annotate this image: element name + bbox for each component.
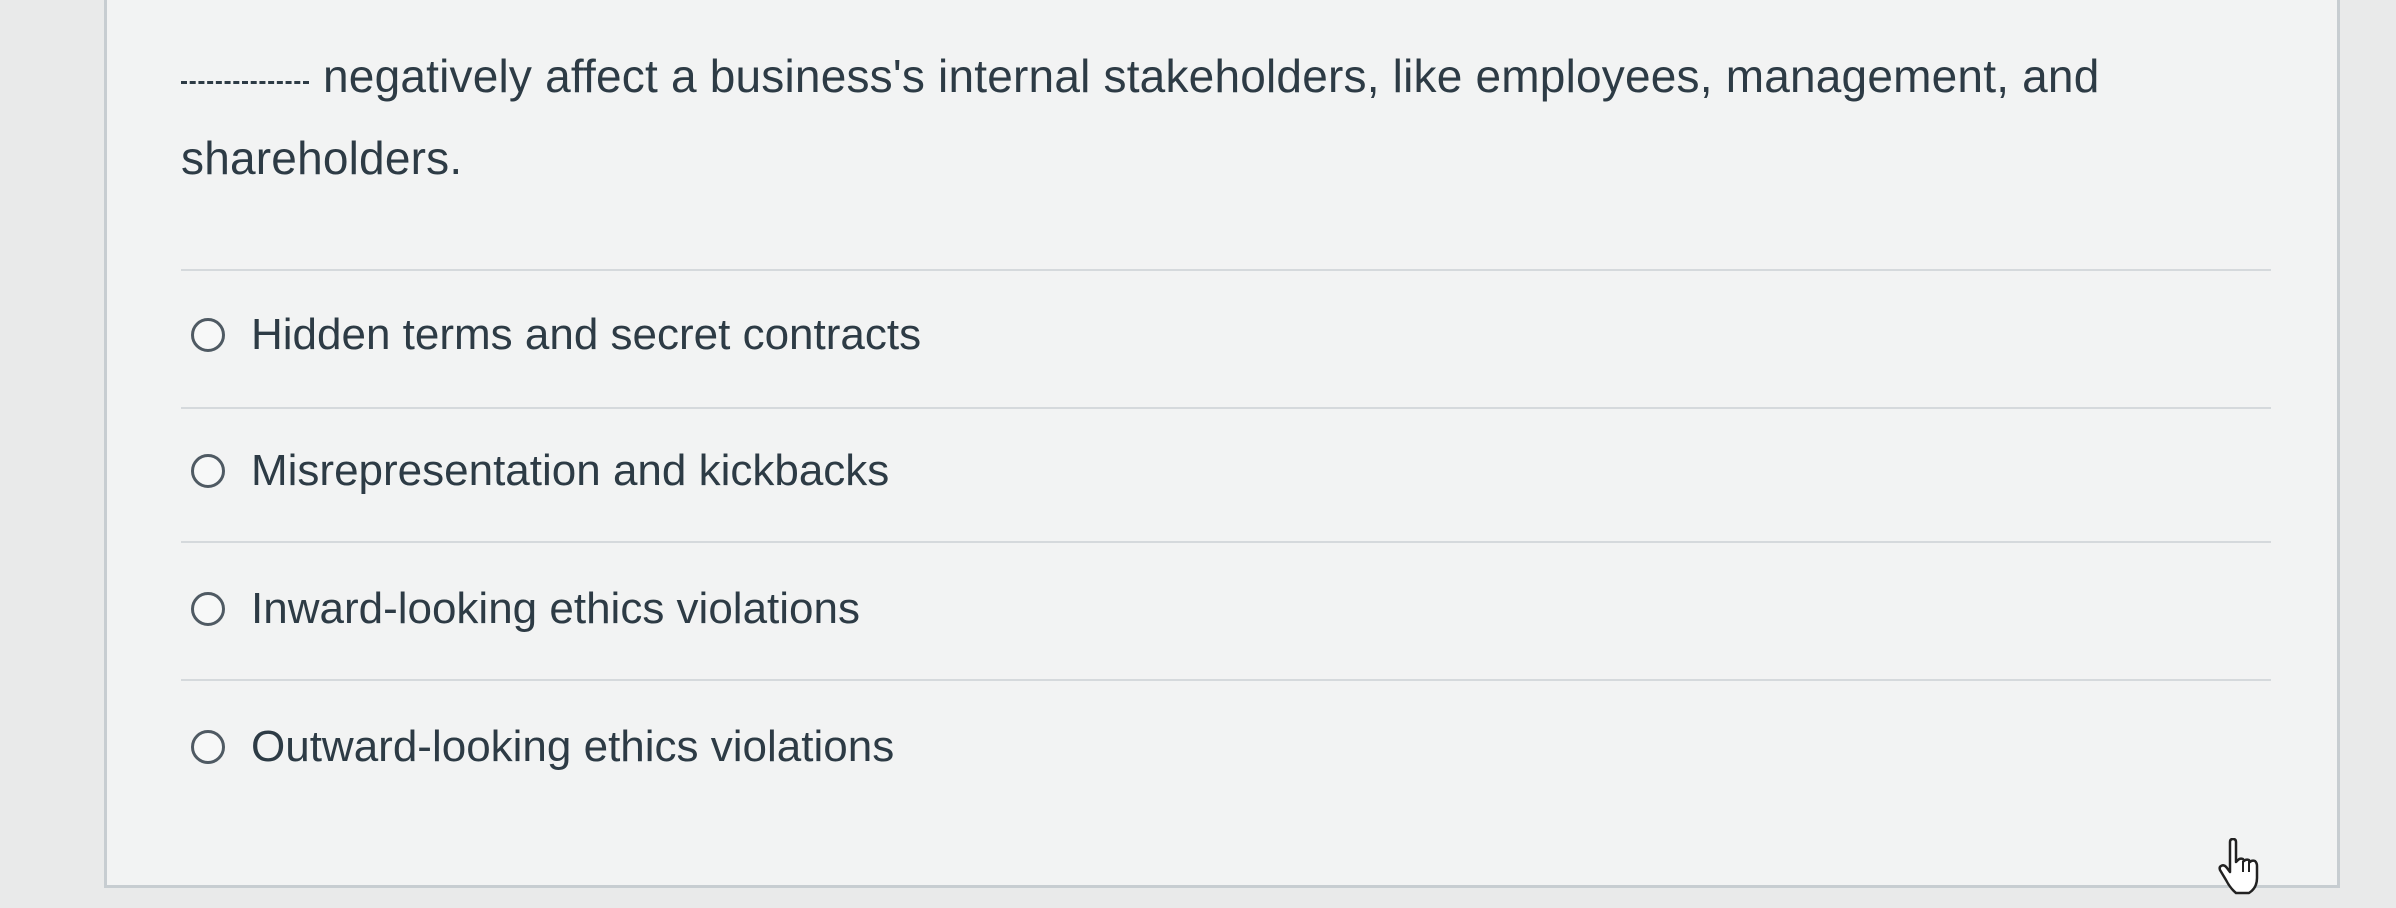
answer-option-1[interactable]: Hidden terms and secret contracts bbox=[191, 295, 921, 375]
radio-button-icon[interactable] bbox=[191, 730, 225, 764]
answer-option-3[interactable]: Inward-looking ethics violations bbox=[191, 569, 860, 649]
radio-button-icon[interactable] bbox=[191, 318, 225, 352]
answer-label: Misrepresentation and kickbacks bbox=[251, 446, 890, 495]
hand-pointer-cursor-icon bbox=[2218, 838, 2259, 895]
divider bbox=[181, 541, 2271, 543]
answer-option-2[interactable]: Misrepresentation and kickbacks bbox=[191, 431, 889, 511]
divider bbox=[181, 407, 2271, 409]
radio-button-icon[interactable] bbox=[191, 592, 225, 626]
question-prompt: negatively affect a business's internal … bbox=[181, 35, 2291, 199]
answer-label: Inward-looking ethics violations bbox=[251, 584, 860, 633]
answer-label: Hidden terms and secret contracts bbox=[251, 310, 922, 359]
question-card: negatively affect a business's internal … bbox=[104, 0, 2340, 888]
answer-label: Outward-looking ethics violations bbox=[251, 722, 895, 771]
divider bbox=[181, 269, 2271, 271]
answer-option-4[interactable]: Outward-looking ethics violations bbox=[191, 707, 894, 787]
divider bbox=[181, 679, 2271, 681]
fill-in-blank bbox=[181, 81, 309, 84]
radio-button-icon[interactable] bbox=[191, 454, 225, 488]
question-text: negatively affect a business's internal … bbox=[181, 50, 2100, 184]
